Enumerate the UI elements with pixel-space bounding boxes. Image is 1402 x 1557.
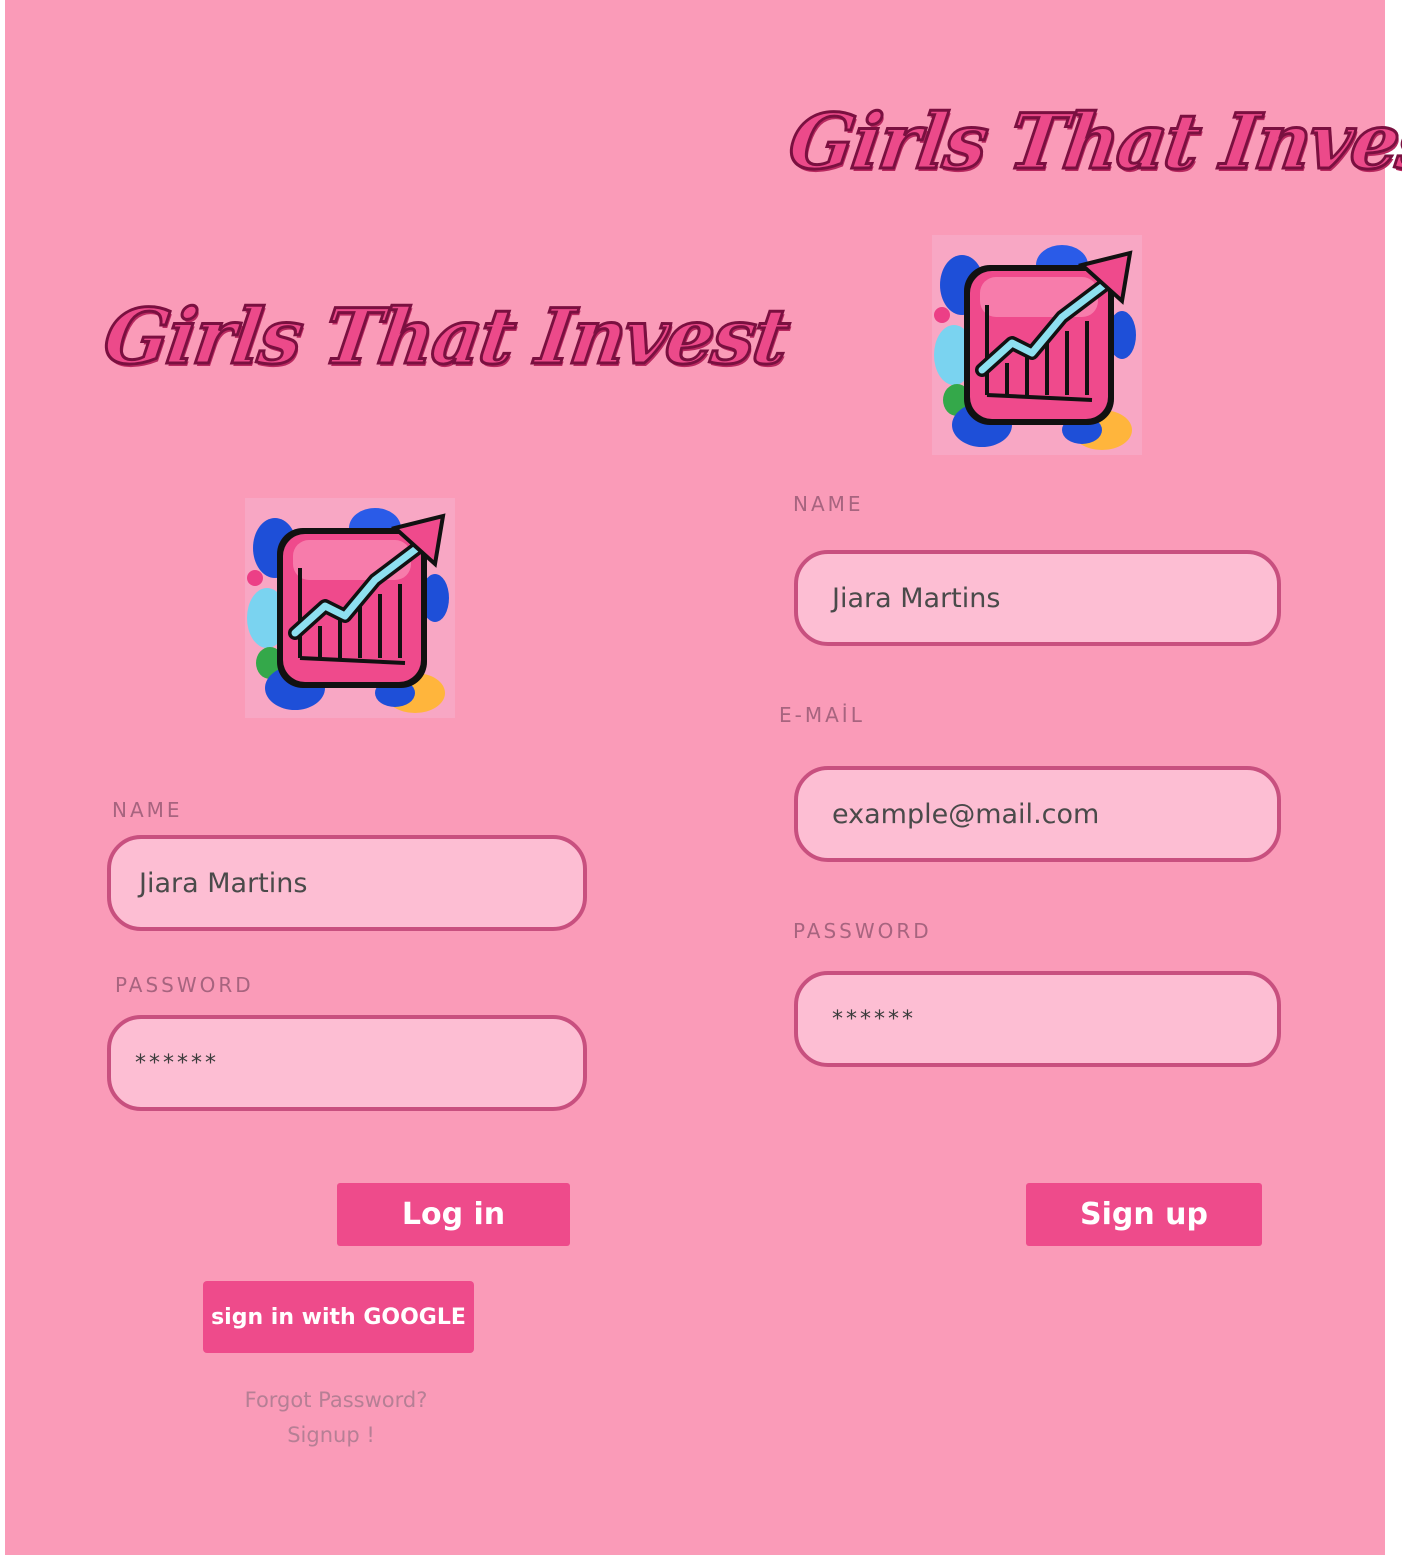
signup-password-input[interactable]: ******	[794, 971, 1281, 1067]
signup-button[interactable]: Sign up	[1026, 1183, 1262, 1246]
login-button[interactable]: Log in	[337, 1183, 570, 1246]
login-growth-chart-logo-icon	[245, 498, 455, 718]
login-password-label: PASSWORD	[115, 973, 254, 997]
signup-email-label: E-MAİL	[779, 703, 865, 727]
signup-email-input[interactable]: example@mail.com	[794, 766, 1281, 862]
login-brand-title: Girls That Invest	[97, 291, 794, 383]
signup-brand-title: Girls That Invest	[782, 96, 1402, 188]
signup-name-label: NAME	[793, 492, 864, 516]
signup-password-label: PASSWORD	[793, 919, 932, 943]
google-signin-button[interactable]: sign in with GOOGLE	[203, 1281, 474, 1353]
login-password-input[interactable]: ******	[107, 1015, 587, 1111]
login-name-input[interactable]: Jiara Martins	[107, 835, 587, 931]
signup-name-input[interactable]: Jiara Martins	[794, 550, 1281, 646]
screens-canvas: Girls That Invest NAME Jiara Martins PAS…	[5, 0, 1402, 1555]
forgot-password-link[interactable]: Forgot Password?	[186, 1388, 486, 1412]
login-name-label: NAME	[112, 798, 183, 822]
signup-growth-chart-logo-icon	[932, 235, 1142, 455]
signup-link[interactable]: Signup !	[181, 1423, 481, 1447]
